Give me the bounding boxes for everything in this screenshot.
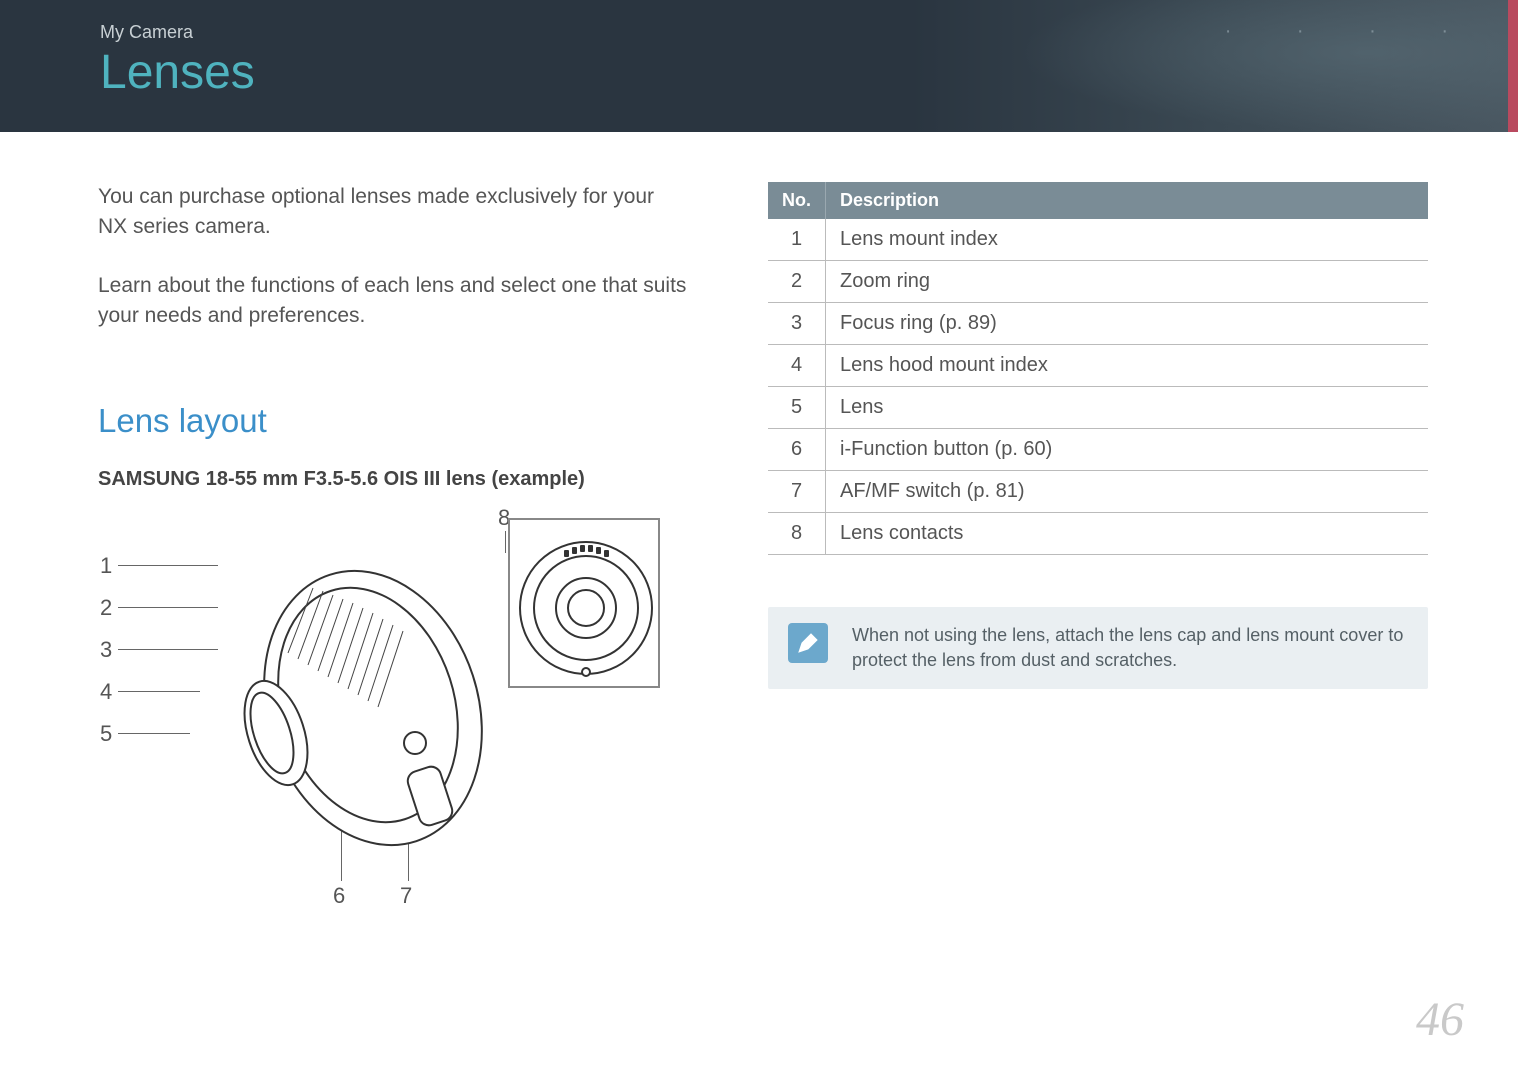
row-desc: Lens mount index <box>826 219 1429 261</box>
table-row: 2Zoom ring <box>768 261 1428 303</box>
lens-rear-illustration <box>508 518 660 688</box>
header-band: · · · · My Camera Lenses <box>0 0 1518 132</box>
callout-4: 4 <box>100 679 112 705</box>
row-desc: i-Function button (p. 60) <box>826 429 1429 471</box>
callout-5: 5 <box>100 721 112 747</box>
table-row: 8Lens contacts <box>768 513 1428 555</box>
row-desc: Focus ring (p. 89) <box>826 303 1429 345</box>
row-no: 2 <box>768 261 826 303</box>
right-column: No. Description 1Lens mount index 2Zoom … <box>768 182 1428 913</box>
callout-2: 2 <box>100 595 112 621</box>
table-row: 7AF/MF switch (p. 81) <box>768 471 1428 513</box>
callout-6: 6 <box>333 883 345 909</box>
callout-line <box>118 607 218 608</box>
callout-line <box>505 531 506 553</box>
row-no: 6 <box>768 429 826 471</box>
row-no: 7 <box>768 471 826 513</box>
table-row: 5Lens <box>768 387 1428 429</box>
row-desc: Zoom ring <box>826 261 1429 303</box>
parts-table: No. Description 1Lens mount index 2Zoom … <box>768 182 1428 555</box>
header-dots-decoration: · · · · <box>1225 20 1478 43</box>
row-desc: AF/MF switch (p. 81) <box>826 471 1429 513</box>
header-accent-stripe <box>1508 0 1518 132</box>
table-row: 6i-Function button (p. 60) <box>768 429 1428 471</box>
callout-line <box>118 565 218 566</box>
row-desc: Lens <box>826 387 1429 429</box>
table-row: 1Lens mount index <box>768 219 1428 261</box>
callout-line <box>118 733 190 734</box>
table-header-no: No. <box>768 182 826 219</box>
callout-line <box>118 691 200 692</box>
note-text: When not using the lens, attach the lens… <box>852 623 1408 673</box>
callout-line <box>118 649 218 650</box>
section-heading: Lens layout <box>98 402 688 440</box>
page-number: 46 <box>1416 992 1464 1047</box>
row-no: 1 <box>768 219 826 261</box>
row-no: 3 <box>768 303 826 345</box>
row-no: 5 <box>768 387 826 429</box>
pencil-icon <box>788 623 828 663</box>
table-header-desc: Description <box>826 182 1429 219</box>
callout-1: 1 <box>100 553 112 579</box>
callout-3: 3 <box>100 637 112 663</box>
intro-paragraph-1: You can purchase optional lenses made ex… <box>98 182 688 243</box>
example-label: SAMSUNG 18-55 mm F3.5-5.6 OIS III lens (… <box>98 468 688 491</box>
table-row: 4Lens hood mount index <box>768 345 1428 387</box>
intro-paragraph-2: Learn about the functions of each lens a… <box>98 271 688 332</box>
lens-diagram: 1 2 3 4 5 6 7 8 <box>98 513 618 913</box>
lens-side-illustration <box>218 533 488 853</box>
row-no: 4 <box>768 345 826 387</box>
row-desc: Lens hood mount index <box>826 345 1429 387</box>
left-column: You can purchase optional lenses made ex… <box>98 182 688 913</box>
callout-7: 7 <box>400 883 412 909</box>
note-box: When not using the lens, attach the lens… <box>768 607 1428 689</box>
row-no: 8 <box>768 513 826 555</box>
row-desc: Lens contacts <box>826 513 1429 555</box>
table-row: 3Focus ring (p. 89) <box>768 303 1428 345</box>
content-area: You can purchase optional lenses made ex… <box>0 132 1518 913</box>
